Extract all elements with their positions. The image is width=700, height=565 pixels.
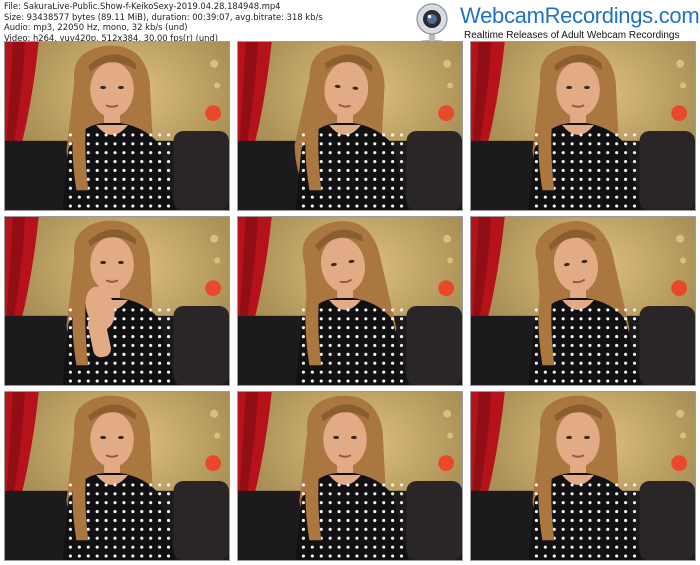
video-thumbnail bbox=[4, 391, 230, 561]
file-info: File: SakuraLive-Public.Show-f-KeikoSexy… bbox=[4, 1, 323, 43]
webcam-icon bbox=[416, 3, 448, 46]
video-thumbnail bbox=[237, 391, 463, 561]
site-logo: WebcamRecordings.com Realtime Releases o… bbox=[402, 0, 700, 46]
video-thumbnail bbox=[237, 41, 463, 211]
brand-name: WebcamRecordings.com bbox=[460, 3, 700, 28]
video-thumbnail bbox=[470, 391, 696, 561]
file-name-line: File: SakuraLive-Public.Show-f-KeikoSexy… bbox=[4, 1, 281, 11]
file-size-line: Size: 93438577 bytes (89.11 MiB), durati… bbox=[4, 11, 323, 22]
video-thumbnail bbox=[470, 216, 696, 386]
video-thumbnail bbox=[4, 216, 230, 386]
audio-info-line: Audio: mp3, 22050 Hz, mono, 32 kb/s (und… bbox=[4, 22, 188, 33]
brand-tagline: Realtime Releases of Adult Webcam Record… bbox=[464, 30, 680, 41]
video-thumbnail bbox=[4, 41, 230, 211]
thumbnail-grid bbox=[4, 41, 696, 562]
video-thumbnail bbox=[237, 216, 463, 386]
video-thumbnail bbox=[470, 41, 696, 211]
